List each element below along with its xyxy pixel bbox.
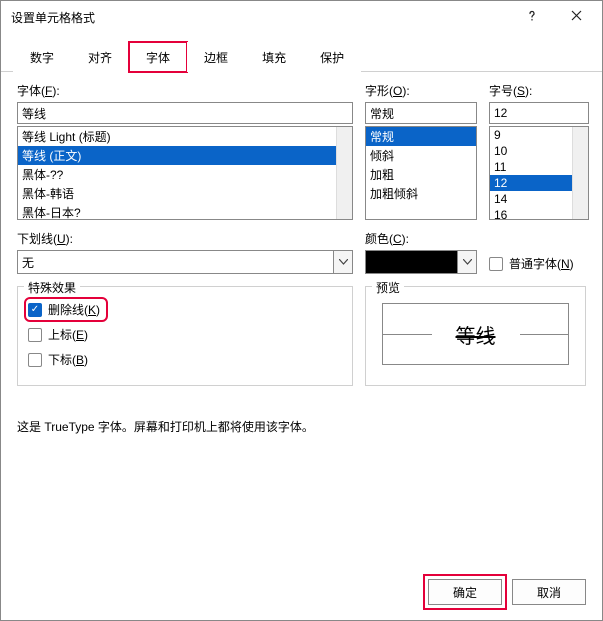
subscript-label: 下标(B) [48,351,88,368]
font-input[interactable] [17,102,353,124]
tab-content: 字体(F): 等线 Light (标题) 等线 (正文) 黑体-?? 黑体-韩语… [1,72,602,564]
font-listbox[interactable]: 等线 Light (标题) 等线 (正文) 黑体-?? 黑体-韩语 黑体-日本?… [17,126,353,220]
chevron-down-icon[interactable] [457,250,477,274]
dialog-title: 设置单元格格式 [11,9,510,26]
font-option[interactable]: 等线 Light (标题) [18,127,352,146]
format-cells-dialog: 设置单元格格式 数字 对齐 字体 边框 填充 保护 字体(F): 等线 [0,0,603,621]
size-list-scrollbar[interactable] [572,127,588,219]
titlebar: 设置单元格格式 [1,1,602,33]
style-listbox[interactable]: 常规 倾斜 加粗 加粗倾斜 [365,126,477,220]
superscript-checkbox[interactable]: 上标(E) [28,326,342,343]
checkbox-icon: ✓ [28,303,42,317]
effects-legend: 特殊效果 [24,279,80,296]
style-label: 字形(O): [365,82,477,99]
normal-font-checkbox[interactable]: 普通字体(N) [489,255,574,272]
checkbox-icon [28,328,42,342]
style-option[interactable]: 倾斜 [366,146,476,165]
superscript-label: 上标(E) [48,326,88,343]
font-option[interactable]: 等线 (正文) [18,146,352,165]
close-icon [571,10,582,24]
style-option[interactable]: 常规 [366,127,476,146]
font-option[interactable]: 黑体-韩语 [18,184,352,203]
preview-group: 预览 等线 [365,286,586,386]
help-button[interactable] [510,3,554,31]
effects-group: 特殊效果 ✓ 删除线(K) 上标(E) 下标(B) [17,286,353,386]
tab-number[interactable]: 数字 [13,42,71,72]
cancel-button[interactable]: 取消 [512,579,586,605]
style-option[interactable]: 加粗倾斜 [366,184,476,203]
tab-fill[interactable]: 填充 [245,42,303,72]
style-option[interactable]: 加粗 [366,165,476,184]
preview-legend: 预览 [372,279,404,296]
size-label: 字号(S): [489,82,589,99]
preview-box: 等线 [382,303,569,365]
strikethrough-checkbox[interactable]: ✓ 删除线(K) [28,301,104,318]
chevron-down-icon[interactable] [333,250,353,274]
strikethrough-label: 删除线(K) [48,301,100,318]
underline-label: 下划线(U): [17,230,353,247]
tab-border[interactable]: 边框 [187,42,245,72]
tab-font[interactable]: 字体 [129,42,187,72]
font-option[interactable]: 黑体-日本? [18,203,352,220]
underline-value[interactable] [17,250,333,274]
close-button[interactable] [554,3,598,31]
size-listbox[interactable]: 9 10 11 12 14 16 [489,126,589,220]
underline-combo[interactable] [17,250,353,274]
style-input[interactable] [365,102,477,124]
tab-alignment[interactable]: 对齐 [71,42,129,72]
color-swatch [365,250,457,274]
dialog-footer: 确定 取消 [1,564,602,620]
font-description: 这是 TrueType 字体。屏幕和打印机上都将使用该字体。 [17,418,586,435]
size-input[interactable] [489,102,589,124]
font-label: 字体(F): [17,82,353,99]
font-option[interactable]: 黑体-?? [18,165,352,184]
font-list-scrollbar[interactable] [336,127,352,219]
tab-bar: 数字 对齐 字体 边框 填充 保护 [1,33,602,72]
ok-button[interactable]: 确定 [428,579,502,605]
checkbox-icon [489,257,503,271]
help-icon [526,10,538,25]
normal-font-label: 普通字体(N) [509,255,574,272]
color-label: 颜色(C): [365,230,477,247]
checkbox-icon [28,353,42,367]
color-combo[interactable] [365,250,477,274]
subscript-checkbox[interactable]: 下标(B) [28,351,342,368]
preview-sample: 等线 [432,320,520,349]
tab-protect[interactable]: 保护 [303,42,361,72]
